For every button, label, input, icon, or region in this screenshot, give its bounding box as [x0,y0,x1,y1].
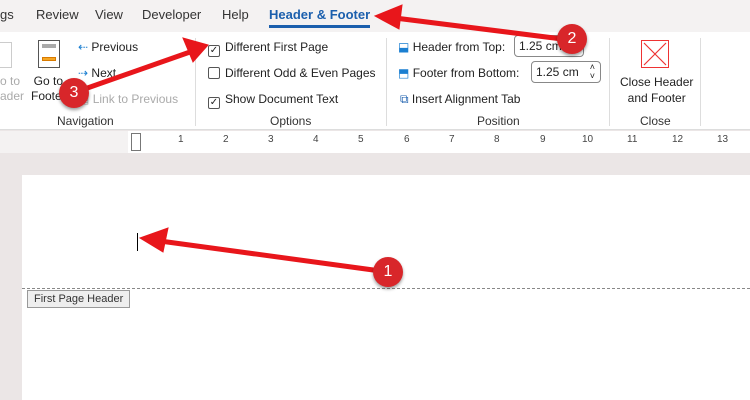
arrow-1-head [138,227,169,253]
annotation-arrows [75,4,571,275]
callout-1: 1 [373,257,403,287]
arrow-2-head [373,4,403,30]
arrow-3-head [182,37,209,63]
arrow-2 [394,15,571,43]
callout-2: 2 [557,24,587,54]
arrow-1 [159,238,389,275]
arrow-3 [75,49,191,95]
callout-3: 3 [59,78,89,108]
